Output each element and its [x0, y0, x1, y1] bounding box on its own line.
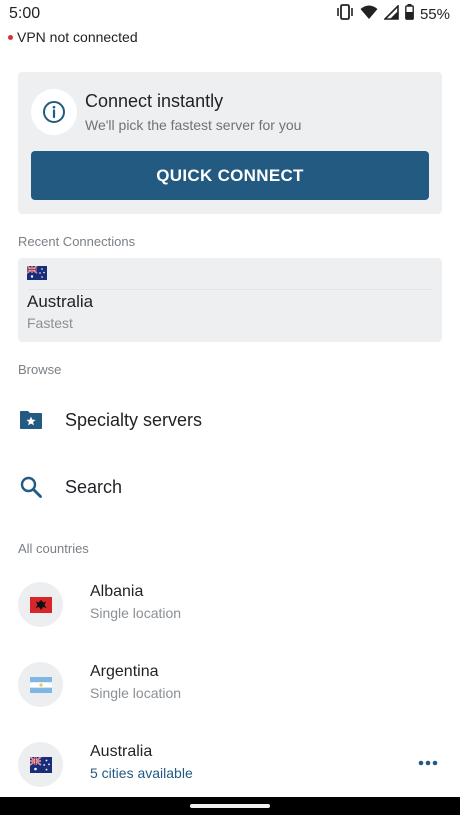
recent-country-name: Australia: [27, 292, 94, 311]
country-name: Argentina: [90, 663, 159, 680]
vibrate-icon: [336, 4, 354, 25]
quick-connect-title: Connect instantly: [85, 91, 224, 111]
country-subtitle: Single location: [90, 685, 182, 701]
recent-connection-item[interactable]: Australia Fastest: [18, 258, 442, 342]
vpn-status: VPN not connected: [8, 29, 138, 45]
country-subtitle: Single location: [90, 605, 182, 621]
battery-icon: [405, 4, 414, 25]
country-name: Albania: [90, 583, 144, 600]
all-countries-label: All countries: [18, 541, 89, 556]
quick-connect-subtitle: We'll pick the fastest server for you: [85, 117, 302, 133]
australia-flag-icon: [18, 742, 63, 787]
search-icon: [18, 474, 44, 500]
signal-icon: [383, 3, 399, 25]
search-item[interactable]: Search: [18, 467, 442, 507]
quick-connect-card: Connect instantly We'll pick the fastest…: [18, 72, 442, 214]
wifi-icon: [360, 5, 378, 25]
recent-country-subtitle: Fastest: [27, 315, 73, 331]
quick-connect-button[interactable]: QUICK CONNECT: [31, 151, 429, 200]
country-row-australia[interactable]: Australia 5 cities available: [18, 735, 442, 795]
disconnected-dot-icon: [8, 34, 13, 40]
country-name: Australia: [90, 743, 153, 760]
status-bar: 5:00 55%: [0, 0, 460, 28]
recent-connections-label: Recent Connections: [18, 234, 136, 249]
specialty-servers-item[interactable]: Specialty servers: [18, 400, 442, 440]
folder-star-icon: [18, 407, 44, 433]
divider: [27, 289, 433, 290]
info-icon: [31, 89, 77, 135]
country-row-argentina[interactable]: Argentina Single location: [18, 655, 442, 715]
albania-flag-icon: [18, 582, 63, 627]
australia-flag-icon: [26, 265, 47, 285]
battery-percent: 55%: [419, 6, 450, 23]
status-time: 5:00: [9, 5, 41, 22]
browse-label: Browse: [18, 362, 62, 377]
more-horizontal-icon[interactable]: [414, 749, 442, 777]
system-nav-bar: [0, 797, 460, 815]
country-row-albania[interactable]: Albania Single location: [18, 575, 442, 635]
home-gesture-handle[interactable]: [190, 804, 270, 808]
vpn-status-text: VPN not connected: [17, 29, 138, 45]
search-label: Search: [65, 476, 123, 497]
cities-available-link[interactable]: 5 cities available: [90, 765, 193, 781]
status-icons: 55%: [336, 3, 450, 25]
argentina-flag-icon: [18, 662, 63, 707]
specialty-servers-label: Specialty servers: [65, 409, 203, 430]
